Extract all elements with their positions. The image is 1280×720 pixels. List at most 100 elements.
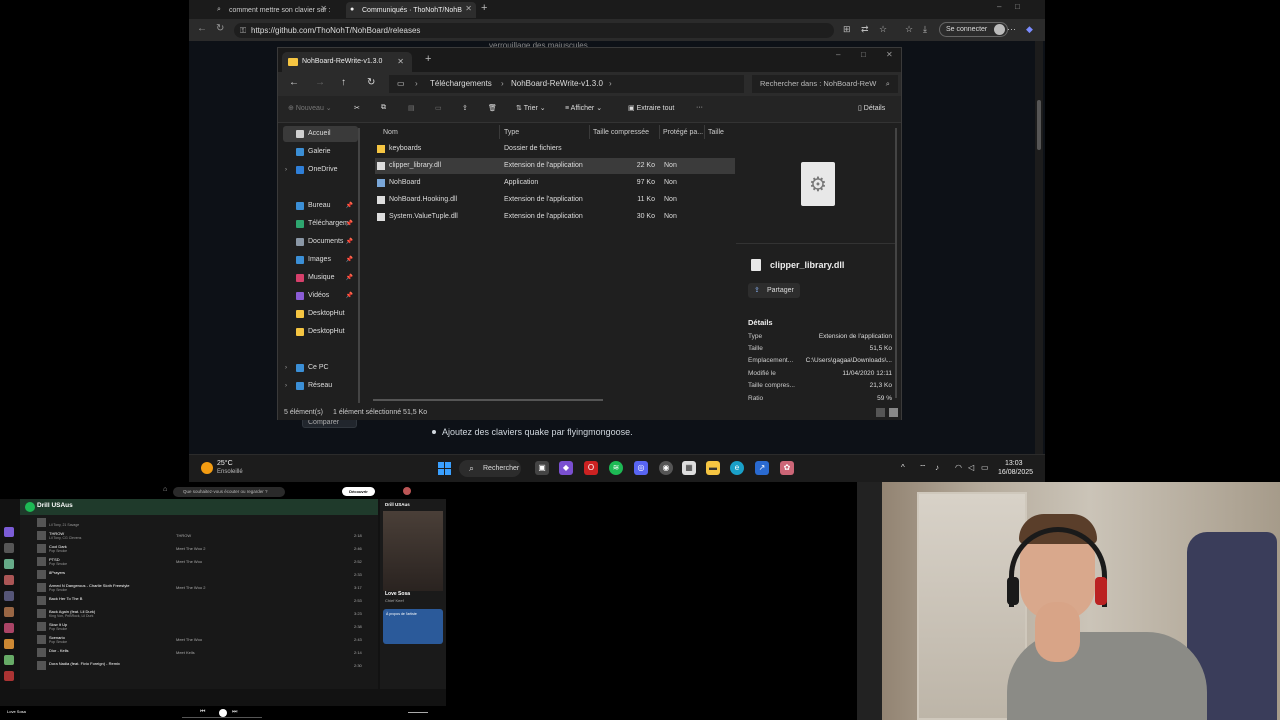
premium-button[interactable]: Découvrir Premium xyxy=(342,487,375,503)
more-button[interactable]: ··· xyxy=(696,104,703,111)
download-icon[interactable]: ⤓ xyxy=(923,24,927,35)
track-row[interactable]: Back Her To The B 2:53 xyxy=(20,595,378,607)
track-row[interactable]: THROW Lil Tony, CG Clevens THROW 2:18 xyxy=(20,530,378,542)
translate-icon[interactable]: ⇄ xyxy=(861,24,869,35)
rename-icon[interactable]: ▭ xyxy=(435,104,442,112)
track-row[interactable]: Dior - Kells Meet Kells 2:14 xyxy=(20,647,378,659)
share-icon[interactable]: ⇪ xyxy=(462,104,468,112)
maximize-icon[interactable]: □ xyxy=(1015,2,1020,11)
track-row[interactable]: Armed N Dangerous - Charlie Sloth Freest… xyxy=(20,582,378,594)
file-row[interactable]: NohBoard.Hooking.dll Extension de l'appl… xyxy=(375,192,735,208)
back-icon[interactable]: ← xyxy=(289,77,299,88)
close-icon[interactable]: ✕ xyxy=(397,52,404,72)
back-icon[interactable]: ← xyxy=(197,23,207,34)
column-divider[interactable] xyxy=(499,125,500,139)
close-icon[interactable]: ✕ xyxy=(886,50,893,59)
column-divider[interactable] xyxy=(589,125,590,139)
column-header-name[interactable]: Nom xyxy=(383,129,398,136)
paste-icon[interactable]: ▤ xyxy=(408,104,415,112)
library-item[interactable] xyxy=(4,623,14,633)
cut-icon[interactable]: ✂ xyxy=(354,104,360,112)
avatar[interactable] xyxy=(403,487,411,495)
breadcrumb-downloads[interactable]: Téléchargements xyxy=(430,75,492,93)
details-button[interactable]: ▯ Détails xyxy=(858,104,885,112)
track-row[interactable]: Scenario Pop Smoke Meet The Woo 2:43 xyxy=(20,634,378,646)
library-item[interactable] xyxy=(4,671,14,681)
sidebar-item-gallery[interactable]: Galerie xyxy=(278,144,358,160)
minimize-icon[interactable]: – xyxy=(997,2,1001,11)
track-row[interactable]: Lil Tony, 21 Savage xyxy=(20,517,378,529)
sidebar-item-desktop[interactable]: Bureau 📌 xyxy=(278,198,358,214)
now-playing-artist[interactable]: Chief Keef xyxy=(385,598,404,603)
scroll-thumb[interactable] xyxy=(1037,100,1041,150)
share-button[interactable]: ⇪ Partager xyxy=(748,283,800,298)
chevron-right-icon[interactable]: › xyxy=(285,162,287,178)
extract-all-button[interactable]: ▣ Extraire tout xyxy=(628,104,674,112)
url-field[interactable]: ⚿ https://github.com/ThoNohT/NohBoard/re… xyxy=(234,23,834,38)
library-item[interactable] xyxy=(4,607,14,617)
sidebar-item-images[interactable]: Images 📌 xyxy=(278,252,358,268)
column-divider[interactable] xyxy=(659,125,660,139)
file-row[interactable]: System.ValueTuple.dll Extension de l'app… xyxy=(375,209,735,225)
track-row[interactable]: Cool Dark Pop Smoke Meet The Woo 2 2:46 xyxy=(20,543,378,555)
new-tab-button[interactable]: + xyxy=(425,53,431,65)
clock-date[interactable]: 16/08/2025 xyxy=(998,469,1033,476)
up-icon[interactable]: ↑ xyxy=(341,77,346,88)
wifi-icon[interactable]: ⌔ xyxy=(919,463,927,473)
explorer-tab[interactable]: NohBoard-ReWrite-v1.3.0 ✕ xyxy=(282,52,412,72)
network-icon[interactable]: ◠ xyxy=(955,463,962,472)
volume-icon[interactable]: ◁ xyxy=(968,463,974,472)
details-scrollbar[interactable] xyxy=(895,128,897,398)
forward-icon[interactable]: → xyxy=(315,77,325,88)
path-bar[interactable]: ▭ › Téléchargements › NohBoard-ReWrite-v… xyxy=(389,75,744,93)
track-row[interactable]: 8Prayers 2:33 xyxy=(20,569,378,581)
spotify-search-input[interactable]: Que souhaitez-vous écouter ou regarder ? xyxy=(173,487,285,497)
copilot-app-icon[interactable]: ◆ xyxy=(559,461,573,475)
file-row[interactable]: keyboards Dossier de fichiers xyxy=(375,141,735,157)
breadcrumb-folder[interactable]: NohBoard-ReWrite-v1.3.0 xyxy=(511,75,603,93)
track-row[interactable]: Slow It Up Pop Smoke 2:38 xyxy=(20,621,378,633)
new-tab-button[interactable]: + xyxy=(481,2,487,14)
explorer-search-input[interactable]: Rechercher dans : NohBoard-ReW ⌕ xyxy=(752,75,898,93)
sidebar-item-downloads[interactable]: Téléchargem 📌 xyxy=(278,216,358,232)
library-item[interactable] xyxy=(4,527,14,537)
library-item[interactable] xyxy=(4,591,14,601)
sidebar-item-network[interactable]: › Réseau xyxy=(278,378,358,394)
refresh-icon[interactable]: ↻ xyxy=(367,77,375,88)
volume-slider[interactable] xyxy=(408,712,428,713)
chevron-up-icon[interactable]: ^ xyxy=(901,463,905,472)
explorer-icon[interactable]: ▬ xyxy=(706,461,720,475)
chevron-right-icon[interactable]: › xyxy=(285,360,287,376)
track-row[interactable]: Back Again (feat. Lil Durk) King Von, PnB… xyxy=(20,608,378,620)
app-icon[interactable]: ↗ xyxy=(755,461,769,475)
library-item[interactable] xyxy=(4,655,14,665)
view-button[interactable]: ≡ Afficher ⌄ xyxy=(565,104,602,112)
library-item[interactable] xyxy=(4,639,14,649)
library-item[interactable] xyxy=(4,575,14,585)
reload-icon[interactable]: ↻ xyxy=(216,23,224,34)
sidebar-item-desktophut[interactable]: DesktopHut xyxy=(278,324,358,340)
now-playing-title[interactable]: Love Sosa xyxy=(385,591,410,597)
close-icon[interactable]: ✕ xyxy=(465,4,472,13)
chevron-right-icon[interactable]: › xyxy=(285,378,287,394)
discord-icon[interactable]: ◎ xyxy=(634,461,648,475)
sidebar-scrollbar[interactable] xyxy=(358,128,360,403)
track-row[interactable]: Dora Nadia (feat. Fivio Foreign) - Remix… xyxy=(20,660,378,672)
microphone-icon[interactable]: ♪ xyxy=(935,463,939,472)
maximize-icon[interactable]: □ xyxy=(861,50,866,59)
browser-tab-github[interactable]: ● Communiqués · ThoNohT/NohB ✕ xyxy=(346,2,476,18)
minimize-icon[interactable]: – xyxy=(836,50,840,59)
browser-tab-search[interactable]: ⌕ comment mettre son clavier sur : ✕ xyxy=(213,2,331,18)
sidebar-item-home[interactable]: Accueil xyxy=(283,126,358,142)
sidebar-item-onedrive[interactable]: › OneDrive xyxy=(278,162,358,178)
library-item[interactable] xyxy=(4,543,14,553)
sort-button[interactable]: ⇅ Trier ⌄ xyxy=(516,104,546,112)
file-row-selected[interactable]: clipper_library.dll Extension de l'appli… xyxy=(375,158,735,174)
menu-icon[interactable]: ⋯ xyxy=(1007,24,1016,35)
column-divider[interactable] xyxy=(704,125,705,139)
progress-bar[interactable] xyxy=(182,717,262,718)
sidebar-item-this-pc[interactable]: › Ce PC xyxy=(278,360,358,376)
play-button[interactable] xyxy=(219,709,227,717)
edge-icon[interactable]: e xyxy=(730,461,744,475)
column-header-protected[interactable]: Protégé pa... xyxy=(663,129,703,136)
